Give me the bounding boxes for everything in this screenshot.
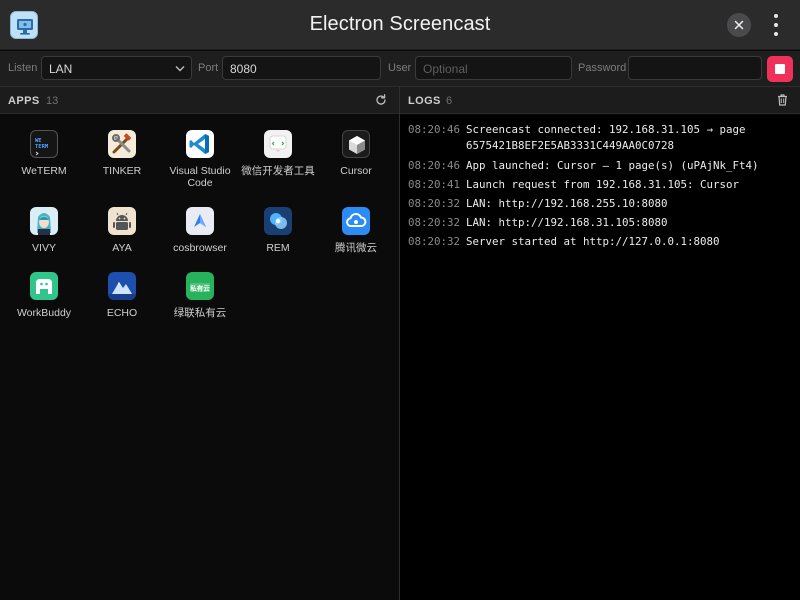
close-button[interactable]	[727, 13, 751, 37]
logs-title: LOGS	[408, 95, 441, 107]
app-label: Cursor	[340, 165, 372, 177]
logs-console[interactable]: 08:20:46 Screencast connected: 192.168.3…	[400, 115, 800, 600]
listen-value: LAN	[49, 62, 73, 76]
apps-title: APPS	[8, 95, 40, 107]
vivy-icon	[30, 207, 58, 235]
vscode-icon	[186, 130, 214, 158]
log-timestamp: 08:20:46	[408, 123, 461, 136]
log-message: App launched: Cursor — 1 page(s) (uPAjNk…	[466, 159, 759, 172]
title-bar: Electron Screencast	[0, 0, 800, 50]
log-timestamp: 08:20:32	[408, 235, 461, 248]
svg-text:TERM: TERM	[35, 144, 49, 150]
trash-icon[interactable]	[777, 94, 788, 106]
app-label: TINKER	[102, 165, 142, 177]
port-input[interactable]: 8080	[222, 56, 381, 80]
app-label: ECHO	[106, 307, 138, 319]
log-message: LAN: http://192.168.255.10:8080	[466, 197, 668, 210]
kebab-dot-icon	[774, 23, 778, 27]
stop-server-button[interactable]	[767, 56, 793, 82]
tinker-icon	[108, 130, 136, 158]
app-label: 微信开发者工具	[241, 165, 315, 177]
app-label: WorkBuddy	[16, 307, 72, 319]
user-label: User	[388, 62, 412, 74]
refresh-icon[interactable]	[375, 94, 387, 106]
close-icon	[734, 20, 744, 30]
password-input[interactable]	[628, 56, 762, 80]
kebab-dot-icon	[774, 14, 778, 18]
apps-grid: WE TERM WeTERM TINKER Visual Studio Code…	[0, 115, 399, 600]
listen-label: Listen	[8, 62, 38, 74]
log-message: Launch request from 192.168.31.105: Curs…	[466, 178, 740, 191]
app-label: 绿联私有云	[173, 307, 227, 319]
logs-panel-header: LOGS 6	[400, 87, 800, 114]
window-title: Electron Screencast	[309, 13, 491, 35]
log-timestamp: 08:20:41	[408, 178, 461, 191]
app-label: REM	[266, 242, 290, 254]
tencent-weiyun-icon	[342, 207, 370, 235]
chevron-down-icon	[175, 66, 185, 72]
ugreen-cloud-icon: 私有云	[186, 272, 214, 300]
echo-icon	[108, 272, 136, 300]
workbuddy-icon	[30, 272, 58, 300]
log-message: Screencast connected: 192.168.31.105 → p…	[466, 123, 746, 152]
apps-panel-header: APPS 13	[0, 87, 399, 114]
password-label: Password	[578, 62, 627, 74]
server-settings-bar: Listen LAN Port 8080 User Optional Passw…	[0, 51, 800, 87]
port-label: Port	[198, 62, 219, 74]
user-input[interactable]: Optional	[415, 56, 572, 80]
log-timestamp: 08:20:32	[408, 216, 461, 229]
aya-android-icon	[108, 207, 136, 235]
logs-count: 6	[446, 95, 453, 107]
cosbrowser-icon	[186, 207, 214, 235]
app-label: 腾讯微云	[335, 242, 377, 254]
weterm-icon: WE TERM	[30, 130, 58, 158]
log-timestamp: 08:20:32	[408, 197, 461, 210]
apps-count: 13	[46, 95, 59, 107]
app-label: Visual Studio Code	[169, 165, 231, 189]
app-label: WeTERM	[21, 165, 67, 177]
kebab-dot-icon	[774, 32, 778, 36]
cursor-icon	[342, 130, 370, 158]
stop-icon	[775, 64, 785, 74]
app-label: AYA	[112, 242, 132, 254]
wechat-devtools-icon	[264, 130, 292, 158]
log-timestamp: 08:20:46	[408, 159, 461, 172]
log-message: LAN: http://192.168.31.105:8080	[466, 216, 668, 229]
app-label: cosbrowser	[173, 242, 227, 254]
ugreen-icon-text: 私有云	[189, 284, 210, 293]
app-label: VIVY	[32, 242, 56, 254]
listen-select[interactable]: LAN	[41, 56, 192, 80]
more-options-button[interactable]	[768, 12, 784, 38]
rem-icon	[264, 207, 292, 235]
log-message: Server started at http://127.0.0.1:8080	[466, 235, 720, 248]
